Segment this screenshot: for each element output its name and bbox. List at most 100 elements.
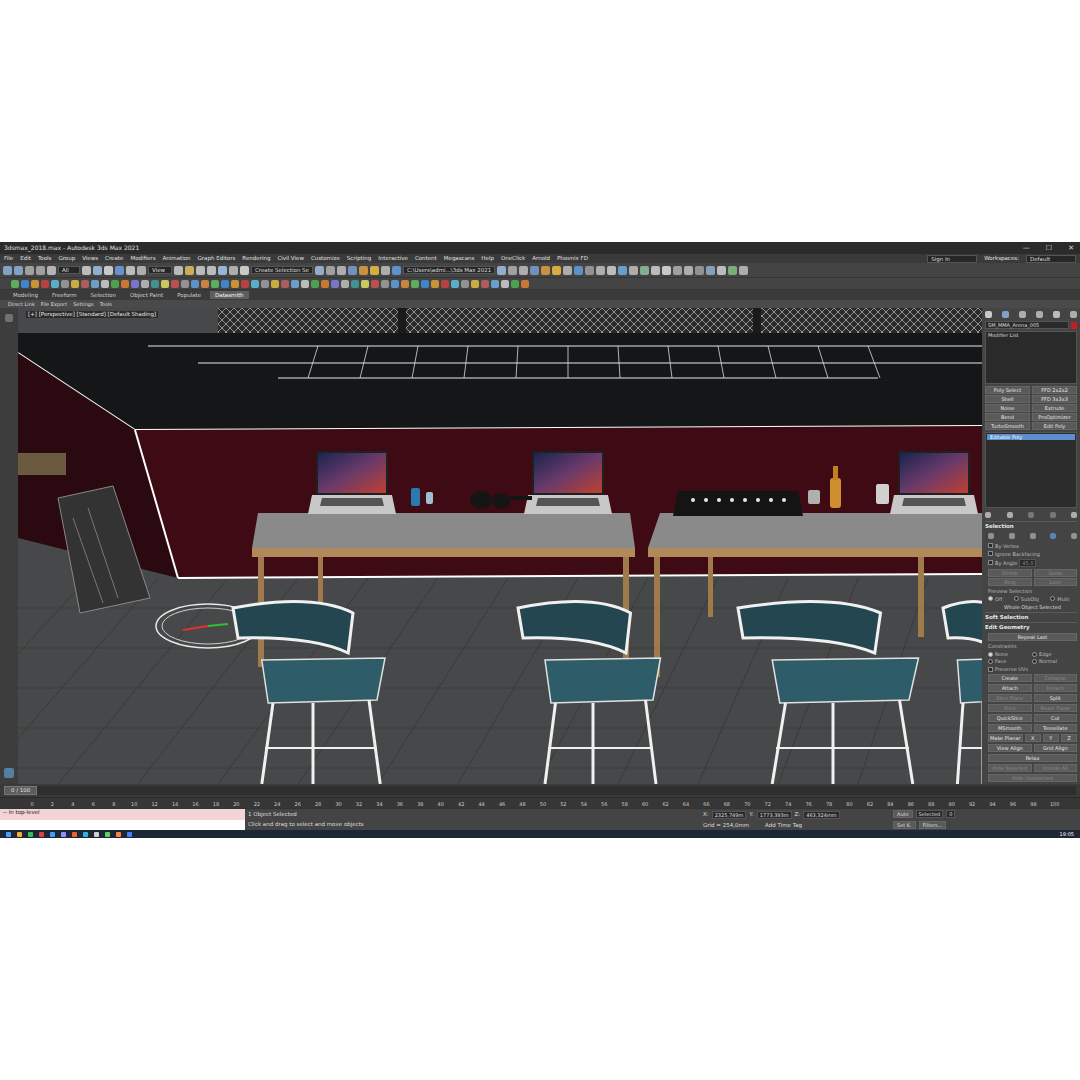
tool-icon[interactable] [401, 280, 409, 288]
checkbox[interactable] [988, 551, 993, 556]
tool-icon[interactable] [81, 280, 89, 288]
ribbon-item[interactable]: Tools [100, 301, 112, 307]
edit-geometry-button[interactable]: Y [1043, 734, 1059, 742]
tool-icon[interactable] [662, 266, 671, 275]
modifier-button[interactable]: Edit Poly [1032, 422, 1077, 430]
tool-icon[interactable] [501, 280, 509, 288]
ribbon-tab[interactable]: Populate [172, 291, 206, 299]
taskbar-app-icon[interactable] [127, 832, 132, 837]
window-control[interactable]: ✕ [1068, 244, 1074, 252]
track-bar[interactable]: 0246810121416182022242628303234363840424… [0, 797, 1080, 808]
menu-item[interactable]: Customize [311, 255, 340, 262]
selection-button[interactable]: Loop [1034, 578, 1078, 586]
menu-item[interactable]: Megascans [444, 255, 475, 262]
stack-item[interactable]: Editable Poly [987, 434, 1075, 440]
edit-geometry-button[interactable]: Z [1061, 734, 1077, 742]
modifier-button[interactable]: FFD 2x2x2 [1032, 386, 1077, 394]
tool-icon[interactable] [530, 266, 539, 275]
menu-item[interactable]: Arnold [532, 255, 550, 262]
tool-icon[interactable] [497, 266, 506, 275]
menu-item[interactable]: Tools [38, 255, 52, 262]
stack-tool-icon[interactable] [985, 512, 991, 518]
time-thumb[interactable]: 0 / 100 [4, 786, 37, 795]
tool-icon[interactable] [251, 280, 259, 288]
tool-icon[interactable] [196, 266, 205, 275]
menu-item[interactable]: Help [481, 255, 494, 262]
checkbox[interactable] [988, 560, 993, 565]
tool-icon[interactable] [359, 266, 368, 275]
tool-icon[interactable] [315, 266, 324, 275]
radio[interactable] [1032, 659, 1037, 664]
object-color[interactable] [1071, 322, 1077, 329]
tool-icon[interactable] [431, 280, 439, 288]
selection-option[interactable]: By Angle45,0 [988, 559, 1077, 567]
subobject-icon[interactable] [1009, 533, 1015, 539]
menu-item[interactable]: Edit [20, 255, 31, 262]
modifier-button[interactable]: FFD 3x3x3 [1032, 395, 1077, 403]
tool-icon[interactable] [311, 280, 319, 288]
tool-icon[interactable] [41, 280, 49, 288]
menu-item[interactable]: Animation [163, 255, 191, 262]
tool-icon[interactable] [51, 280, 59, 288]
menu-item[interactable]: Phoenix FD [557, 255, 588, 262]
tool-icon[interactable] [131, 280, 139, 288]
project-path[interactable]: C:\Users\admi...\3ds Max 2021 [403, 266, 495, 274]
viewport-label[interactable]: [+] [Perspective] [Standard] [Default Sh… [26, 311, 158, 318]
tool-icon[interactable] [141, 280, 149, 288]
menu-item[interactable]: Rendering [242, 255, 270, 262]
time-track[interactable]: 0 / 100 [4, 786, 1076, 795]
menu-item[interactable]: Scripting [347, 255, 371, 262]
menu-item[interactable]: Modifiers [130, 255, 155, 262]
tool-icon[interactable] [3, 266, 12, 275]
menu-item[interactable]: Group [58, 255, 75, 262]
y-field[interactable]: 1773,393m [757, 811, 792, 819]
tool-icon[interactable] [231, 280, 239, 288]
panel-tab-icon[interactable] [1053, 311, 1060, 318]
radio[interactable] [1014, 596, 1019, 601]
tool-icon[interactable] [684, 266, 693, 275]
selection-option[interactable]: Ignore Backfacing [988, 551, 1077, 557]
menu-item[interactable]: Content [415, 255, 437, 262]
tool-icon[interactable] [695, 266, 704, 275]
tool-icon[interactable] [291, 280, 299, 288]
tool-icon[interactable] [563, 266, 572, 275]
tool-icon[interactable] [361, 280, 369, 288]
edit-geometry-button[interactable]: Create [988, 674, 1032, 682]
tool-icon[interactable] [326, 266, 335, 275]
stack-tool-icon[interactable] [1028, 512, 1034, 518]
tool-icon[interactable] [585, 266, 594, 275]
checkbox[interactable] [988, 667, 993, 672]
key-filter[interactable]: Selected [916, 810, 944, 818]
edit-geometry-button[interactable]: Slice [988, 704, 1032, 712]
viewport[interactable]: [+] [Perspective] [Standard] [Default Sh… [18, 308, 982, 784]
sign-in[interactable]: Sign In [927, 255, 977, 263]
modifier-list[interactable]: Modifier List [985, 331, 1077, 384]
ribbon-tab[interactable]: Freeform [47, 291, 82, 299]
workspace-dropdown[interactable]: Default [1026, 255, 1076, 263]
tool-icon[interactable] [341, 280, 349, 288]
tool-icon[interactable] [82, 266, 91, 275]
constraint-option[interactable]: Face [988, 658, 1028, 664]
angle-field[interactable]: 45,0 [1019, 559, 1036, 567]
auto-key-button[interactable]: Auto [893, 810, 913, 818]
filters-button[interactable]: Filters... [919, 821, 947, 829]
tool-icon[interactable] [229, 266, 238, 275]
menu-item[interactable]: Views [82, 255, 98, 262]
preview-option[interactable]: SubObj [1014, 596, 1046, 602]
layout-icon[interactable] [5, 314, 13, 322]
constraint-option[interactable]: None [988, 651, 1028, 657]
tool-icon[interactable] [171, 280, 179, 288]
tool-icon[interactable] [211, 280, 219, 288]
tool-icon[interactable] [104, 266, 113, 275]
tool-icon[interactable] [47, 266, 56, 275]
maxscript-output[interactable]: -- In top-level [0, 809, 245, 820]
tool-icon[interactable] [739, 266, 748, 275]
panel-tab-icon[interactable] [1070, 311, 1077, 318]
modifier-button[interactable]: Bend [985, 413, 1030, 421]
tool-icon[interactable] [61, 280, 69, 288]
tool-icon[interactable] [331, 280, 339, 288]
checkbox[interactable] [988, 543, 993, 548]
tool-icon[interactable] [261, 280, 269, 288]
radio[interactable] [1032, 652, 1037, 657]
frame-field[interactable]: 0 [946, 810, 955, 818]
